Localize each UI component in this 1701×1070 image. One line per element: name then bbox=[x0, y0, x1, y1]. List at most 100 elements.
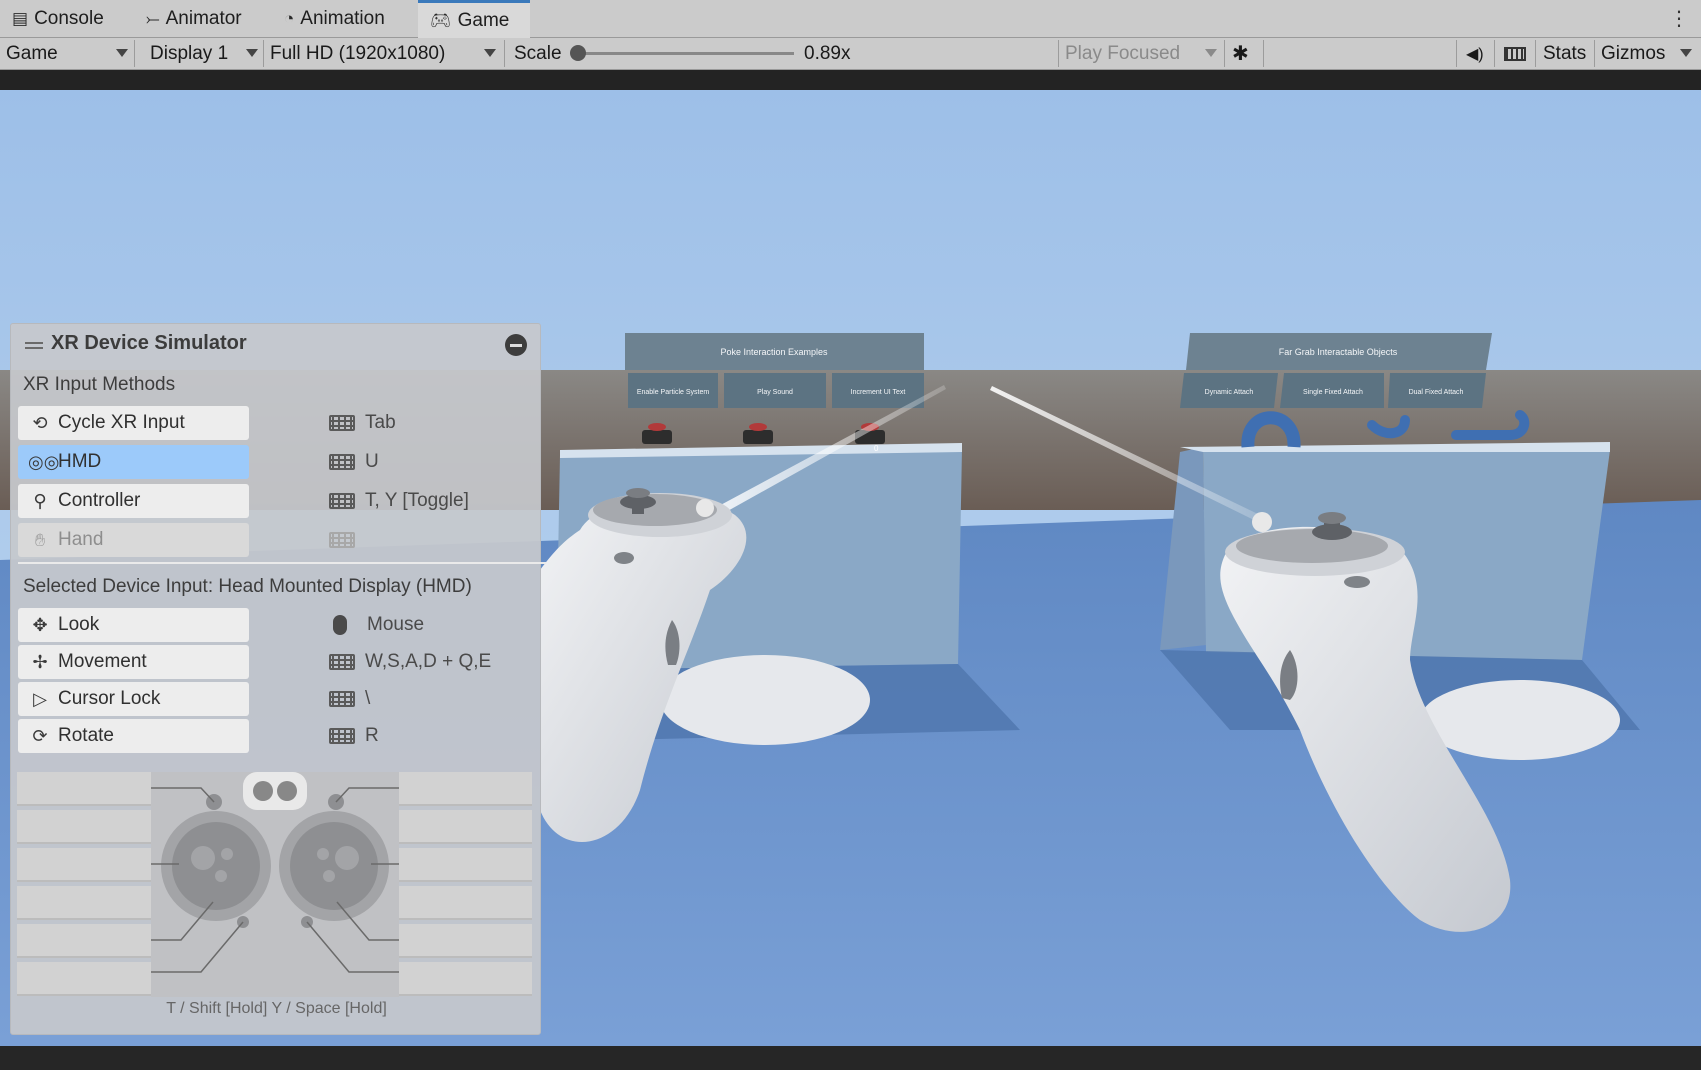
look-label: Look bbox=[58, 614, 100, 635]
gizmos-button[interactable]: Gizmos bbox=[1601, 38, 1665, 69]
keyboard-shortcuts-icon[interactable] bbox=[1504, 38, 1526, 69]
counter-text: 0 bbox=[874, 444, 879, 453]
cursor-lock-key: \ bbox=[329, 682, 370, 716]
toolbar-divider bbox=[1494, 40, 1495, 67]
controller-button[interactable]: ⚲ Controller bbox=[18, 484, 249, 518]
scale-value: 0.89x bbox=[804, 42, 851, 64]
cursor-icon: ▷ bbox=[33, 688, 47, 709]
rotate-icon: ⟳ bbox=[32, 725, 48, 746]
cursor-lock-key-label: \ bbox=[365, 688, 371, 709]
scale-slider-handle[interactable] bbox=[570, 45, 586, 61]
resolution-dropdown[interactable]: Full HD (1920x1080) bbox=[270, 38, 500, 69]
chevron-down-icon bbox=[246, 49, 258, 57]
stats-button[interactable]: Stats bbox=[1543, 38, 1586, 69]
poke-button-2: Play Sound bbox=[757, 389, 793, 396]
toolbar-divider bbox=[1456, 40, 1457, 67]
poke-panel-title: Poke Interaction Examples bbox=[720, 347, 828, 357]
gamepad-icon: 🎮︎ bbox=[430, 10, 452, 30]
toolbar-divider bbox=[1263, 40, 1264, 67]
play-mode-dropdown[interactable]: Play Focused bbox=[1065, 38, 1221, 69]
scale-label: Scale bbox=[514, 42, 562, 64]
hand-label: Hand bbox=[58, 529, 104, 550]
rotate-button[interactable]: ⟳ Rotate bbox=[18, 719, 249, 753]
cursor-lock-button[interactable]: ▷ Cursor Lock bbox=[18, 682, 249, 716]
fargrab-button-1: Dynamic Attach bbox=[1205, 389, 1254, 396]
view-mode-value: Game bbox=[6, 42, 58, 64]
rotate-key-label: R bbox=[365, 725, 379, 746]
hand-icon: ✋︎ bbox=[34, 529, 46, 550]
cycle-xr-input-key: Tab bbox=[329, 406, 396, 440]
mapping-slot-left bbox=[17, 962, 151, 996]
tab-animator[interactable]: ⤚ Animator bbox=[146, 0, 242, 38]
tab-game[interactable]: 🎮︎ Game bbox=[418, 0, 530, 38]
chevron-down-icon bbox=[484, 49, 496, 57]
mapping-slot-right bbox=[398, 848, 532, 882]
console-icon: ▤ bbox=[12, 9, 29, 28]
keyboard-icon bbox=[329, 728, 355, 744]
movement-key-label: W,S,A,D + Q,E bbox=[365, 651, 492, 672]
poke-button-1: Enable Particle System bbox=[637, 389, 710, 396]
mapping-slot-right bbox=[398, 772, 532, 806]
hmd-icon: ◎◎ bbox=[28, 451, 60, 472]
move-arrows-icon: ✥ bbox=[32, 614, 48, 635]
fargrab-button-3: Dual Fixed Attach bbox=[1409, 389, 1464, 396]
editor-tab-bar: ▤ Console ⤚ Animator ◔ Animation 🎮︎ Game… bbox=[0, 0, 1701, 38]
movement-key: W,S,A,D + Q,E bbox=[329, 645, 491, 679]
hmd-key-label: U bbox=[365, 451, 379, 472]
mapping-slot-right bbox=[398, 924, 532, 958]
game-view-toolbar: Game Display 1 Full HD (1920x1080) Scale… bbox=[0, 38, 1701, 70]
toolbar-divider bbox=[263, 40, 264, 67]
chevron-down-icon bbox=[1205, 49, 1217, 57]
tab-animator-label: Animator bbox=[165, 8, 242, 29]
play-mode-value: Play Focused bbox=[1065, 42, 1181, 64]
mapping-slot-right bbox=[398, 962, 532, 996]
hand-key bbox=[329, 523, 365, 557]
hmd-button[interactable]: ◎◎ HMD bbox=[18, 445, 249, 479]
movement-icon: ✢ bbox=[32, 651, 48, 672]
view-bottom-bar bbox=[0, 1046, 1701, 1070]
keyboard-icon bbox=[329, 415, 355, 431]
look-button[interactable]: ✥ Look bbox=[18, 608, 249, 642]
toolbar-divider bbox=[134, 40, 135, 67]
view-mode-dropdown[interactable]: Game bbox=[6, 38, 132, 69]
controller-key-label: T, Y [Toggle] bbox=[365, 490, 469, 511]
mapping-slot-left bbox=[17, 924, 151, 958]
resolution-value: Full HD (1920x1080) bbox=[270, 42, 446, 64]
cycle-xr-input-label: Cycle XR Input bbox=[58, 412, 185, 433]
animator-icon: ⤚ bbox=[146, 9, 160, 28]
fargrab-panel-title: Far Grab Interactable Objects bbox=[1279, 347, 1398, 357]
toolbar-divider bbox=[1535, 40, 1536, 67]
xr-device-simulator-panel[interactable]: XR Device Simulator XR Input Methods ⟲ C… bbox=[10, 323, 546, 1035]
keyboard-icon bbox=[329, 493, 355, 509]
display-dropdown[interactable]: Display 1 bbox=[150, 38, 260, 69]
audio-mute-icon[interactable]: ◀︎) bbox=[1466, 38, 1484, 69]
animation-clock-icon: ◔ bbox=[284, 9, 295, 28]
collapse-icon[interactable] bbox=[505, 334, 527, 356]
view-top-bar bbox=[0, 70, 1701, 90]
tab-console[interactable]: ▤ Console bbox=[12, 0, 104, 38]
hmd-label: HMD bbox=[58, 451, 102, 472]
mapping-slot-left bbox=[17, 886, 151, 920]
movement-button[interactable]: ✢ Movement bbox=[18, 645, 249, 679]
more-options-icon[interactable]: ⋮ bbox=[1669, 6, 1689, 31]
tab-animation[interactable]: ◔ Animation bbox=[284, 0, 385, 38]
bug-icon[interactable]: ✱ bbox=[1232, 38, 1254, 69]
keyboard-icon bbox=[329, 654, 355, 670]
scale-slider-track[interactable] bbox=[578, 52, 794, 55]
look-key-label: Mouse bbox=[367, 614, 425, 635]
toolbar-divider bbox=[1594, 40, 1595, 67]
toolbar-divider bbox=[504, 40, 505, 67]
section-divider bbox=[18, 562, 546, 564]
mapping-slot-right bbox=[398, 810, 532, 844]
hand-button: ✋︎ Hand bbox=[18, 523, 249, 557]
mapping-slot-left bbox=[17, 772, 151, 806]
cycle-xr-input-button[interactable]: ⟲ Cycle XR Input bbox=[18, 406, 249, 440]
hmd-key: U bbox=[329, 445, 379, 479]
rotate-label: Rotate bbox=[58, 725, 114, 746]
controller-key: T, Y [Toggle] bbox=[329, 484, 469, 518]
mapping-slot-right bbox=[398, 886, 532, 920]
drag-handle-icon[interactable] bbox=[25, 342, 43, 344]
controllers-diagram-icon bbox=[151, 772, 399, 997]
gizmos-chevron-down-icon[interactable] bbox=[1680, 49, 1692, 57]
display-value: Display 1 bbox=[150, 42, 229, 64]
